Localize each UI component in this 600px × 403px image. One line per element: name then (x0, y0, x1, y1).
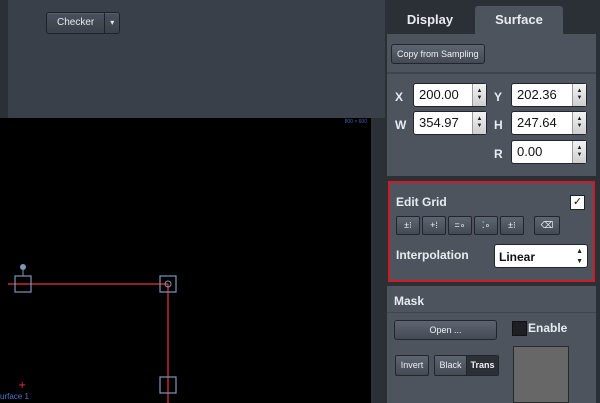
w-stepper[interactable]: ▲ ▼ (472, 112, 486, 134)
rotation-handle[interactable] (20, 264, 26, 270)
mask-title: Mask (394, 294, 425, 308)
left-margin (0, 0, 8, 118)
stepper-up-icon[interactable]: ▲ (577, 88, 583, 95)
surface-grid-overlay[interactable]: + (0, 118, 371, 403)
tab-surface[interactable]: Surface (475, 6, 563, 34)
surface-name-label: urface 1 (0, 392, 29, 401)
r-field[interactable]: 0.00 ▲ ▼ (511, 140, 587, 164)
add-column-icon[interactable]: +⁞ (422, 216, 446, 235)
output-canvas[interactable]: 800 × 600 + urface 1 (0, 118, 371, 403)
stepper-up-icon[interactable]: ▲ (577, 145, 583, 152)
invert-button[interactable]: Invert (395, 355, 429, 376)
w-field[interactable]: 354.97 ▲ ▼ (413, 111, 487, 135)
grid-tool-buttons: ±⁝ +⁞ =∘ ⁚∘ ±⁝ ⌫ (396, 216, 562, 235)
inspector-tabs: Display Surface (385, 0, 600, 34)
stepper-up-icon[interactable]: ▲ (477, 88, 483, 95)
view-mode-label: Checker (47, 13, 106, 33)
divider (387, 312, 596, 313)
trans-button[interactable]: Trans (466, 356, 498, 375)
enable-mask-label: Enable (528, 321, 568, 335)
enable-mask-checkbox[interactable] (512, 321, 527, 336)
y-value[interactable]: 202.36 (512, 84, 572, 106)
r-value[interactable]: 0.00 (512, 141, 572, 163)
surface-transform-panel: Copy from Sampling X 200.00 ▲ ▼ Y 202.36 … (387, 34, 596, 176)
open-mask-button[interactable]: Open ... (394, 320, 497, 340)
black-button[interactable]: Black (435, 356, 466, 375)
interpolation-select[interactable]: Linear ▲ ▼ (494, 244, 588, 268)
mask-thumbnail (513, 346, 569, 403)
canvas-side-bar (371, 118, 385, 403)
stepper-up-icon[interactable]: ▲ (577, 116, 583, 123)
y-label: Y (494, 90, 503, 104)
y-field[interactable]: 202.36 ▲ ▼ (511, 83, 587, 107)
edit-grid-checkbox[interactable]: ✓ (570, 195, 585, 210)
x-stepper[interactable]: ▲ ▼ (472, 84, 486, 106)
add-point-icon[interactable]: ±⁝ (500, 216, 524, 235)
w-value[interactable]: 354.97 (414, 112, 472, 134)
divider (387, 72, 596, 74)
edit-grid-title: Edit Grid (396, 195, 447, 209)
view-mode-select[interactable]: Checker ▾ (46, 12, 121, 34)
stepper-down-icon[interactable]: ▼ (477, 95, 483, 102)
h-field[interactable]: 247.64 ▲ ▼ (511, 111, 587, 135)
r-stepper[interactable]: ▲ ▼ (572, 141, 586, 163)
interpolation-label: Interpolation (396, 248, 469, 262)
edit-grid-panel: Edit Grid ✓ ±⁝ +⁞ =∘ ⁚∘ ±⁝ ⌫ Interpolati… (388, 181, 595, 282)
stepper-down-icon[interactable]: ▼ (577, 95, 583, 102)
chevron-down-icon[interactable]: ▾ (105, 13, 119, 33)
mask-mode-toggle: Black Trans (434, 355, 499, 376)
select-arrows-icon: ▲ ▼ (576, 248, 583, 265)
x-field[interactable]: 200.00 ▲ ▼ (413, 83, 487, 107)
stepper-down-icon[interactable]: ▼ (477, 123, 483, 130)
copy-from-sampling-button[interactable]: Copy from Sampling (391, 44, 485, 64)
x-value[interactable]: 200.00 (414, 84, 472, 106)
remove-row-icon[interactable]: =∘ (448, 216, 472, 235)
w-label: W (395, 118, 407, 132)
mask-panel: Mask Open ... Enable Invert Black Trans (387, 286, 596, 403)
h-stepper[interactable]: ▲ ▼ (572, 112, 586, 134)
stepper-down-icon[interactable]: ▼ (577, 123, 583, 130)
stepper-down-icon[interactable]: ▼ (577, 152, 583, 159)
interpolation-value: Linear (499, 250, 536, 264)
surface-origin-marker: + (18, 380, 26, 391)
h-label: H (494, 118, 503, 132)
r-label: R (494, 147, 503, 161)
delete-icon[interactable]: ⌫ (534, 216, 560, 235)
y-stepper[interactable]: ▲ ▼ (572, 84, 586, 106)
remove-column-icon[interactable]: ⁚∘ (474, 216, 498, 235)
h-value[interactable]: 247.64 (512, 112, 572, 134)
tab-display[interactable]: Display (385, 6, 475, 34)
stepper-up-icon[interactable]: ▲ (477, 116, 483, 123)
add-row-icon[interactable]: ±⁝ (396, 216, 420, 235)
x-label: X (395, 90, 404, 104)
